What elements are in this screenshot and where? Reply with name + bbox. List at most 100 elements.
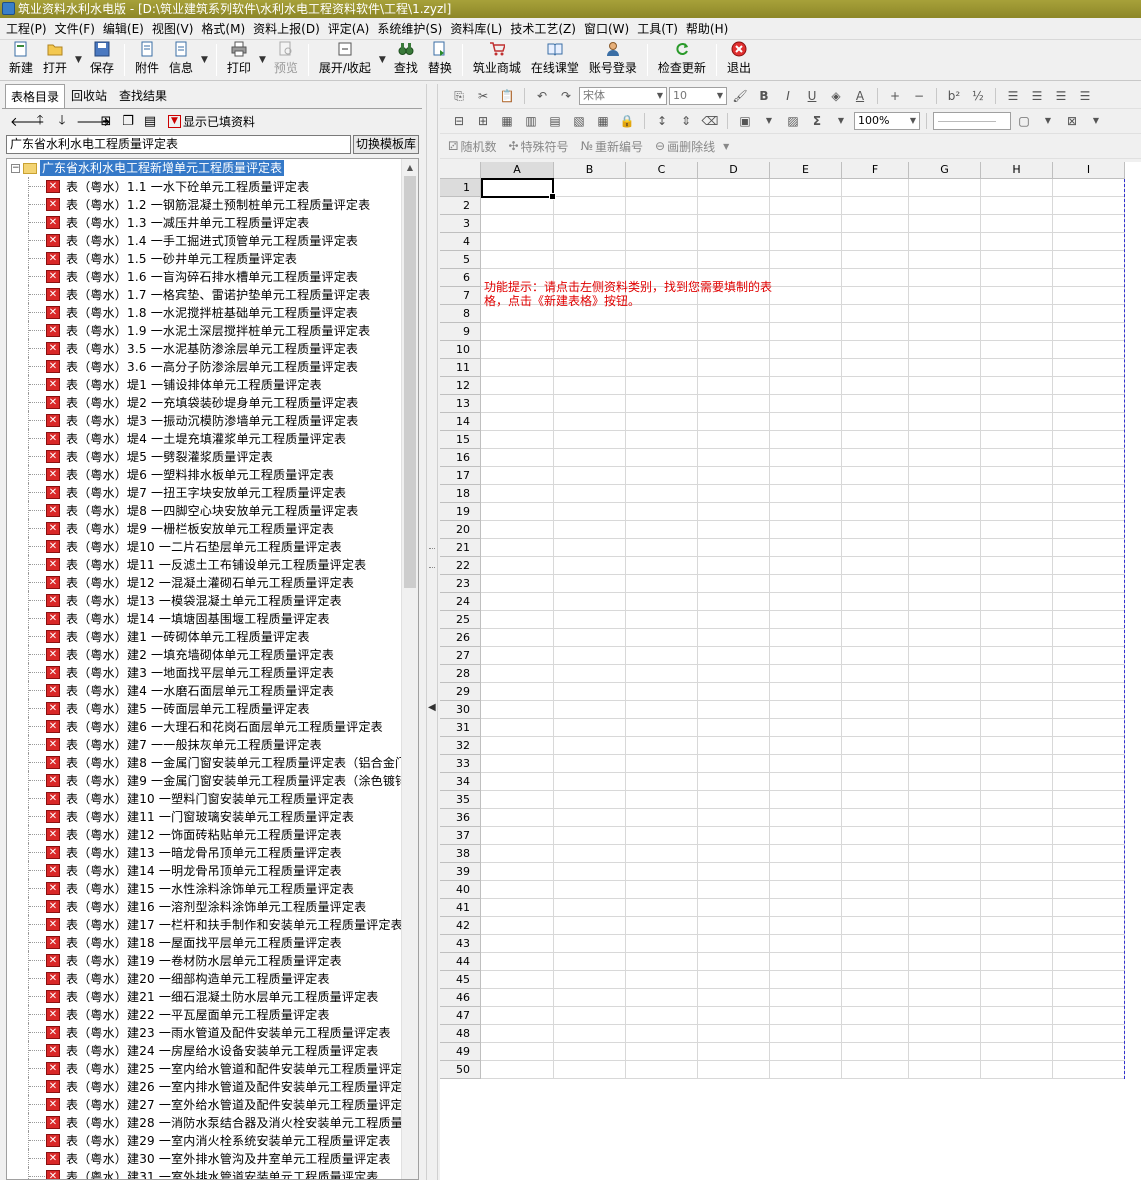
cell[interactable] bbox=[1053, 809, 1125, 827]
insert-col-icon[interactable]: ▥ bbox=[520, 112, 542, 130]
cell[interactable] bbox=[698, 233, 770, 251]
row-header[interactable]: 43 bbox=[440, 935, 481, 953]
cell[interactable] bbox=[770, 1043, 842, 1061]
cell[interactable] bbox=[770, 233, 842, 251]
row-header[interactable]: 42 bbox=[440, 917, 481, 935]
cell[interactable] bbox=[770, 791, 842, 809]
tree-item[interactable]: ✕ 表（粤水）堤14 一填塘固基围堰工程质量评定表 bbox=[7, 609, 418, 627]
cell[interactable] bbox=[770, 899, 842, 917]
cell[interactable] bbox=[1053, 881, 1125, 899]
cell[interactable] bbox=[626, 1061, 698, 1079]
cell[interactable] bbox=[770, 773, 842, 791]
cell[interactable] bbox=[981, 683, 1053, 701]
font-color-icon[interactable]: A bbox=[849, 87, 871, 105]
cell[interactable] bbox=[842, 809, 909, 827]
sum-dropdown-arrow[interactable]: ▼ bbox=[830, 112, 852, 130]
border-dropdown-arrow[interactable]: ▼ bbox=[758, 112, 780, 130]
cell[interactable] bbox=[770, 251, 842, 269]
cell[interactable] bbox=[554, 377, 626, 395]
cell[interactable] bbox=[842, 215, 909, 233]
print-dropdown-arrow[interactable]: ▼ bbox=[256, 40, 269, 80]
cell[interactable] bbox=[626, 359, 698, 377]
cell[interactable] bbox=[698, 899, 770, 917]
cell[interactable] bbox=[554, 953, 626, 971]
cell[interactable] bbox=[909, 989, 981, 1007]
cell[interactable] bbox=[909, 179, 981, 197]
cell[interactable] bbox=[626, 683, 698, 701]
cell[interactable] bbox=[626, 827, 698, 845]
cell[interactable] bbox=[909, 1007, 981, 1025]
cell[interactable] bbox=[481, 845, 554, 863]
cell[interactable] bbox=[698, 431, 770, 449]
cell[interactable] bbox=[909, 701, 981, 719]
cell[interactable] bbox=[481, 503, 554, 521]
cell[interactable] bbox=[554, 197, 626, 215]
row-header[interactable]: 30 bbox=[440, 701, 481, 719]
table-icon[interactable]: ▦ bbox=[592, 112, 614, 130]
font-size-select[interactable]: 10 bbox=[669, 87, 727, 105]
cell[interactable] bbox=[909, 593, 981, 611]
cell[interactable] bbox=[1053, 521, 1125, 539]
row-header[interactable]: 3 bbox=[440, 215, 481, 233]
cell[interactable] bbox=[481, 773, 554, 791]
cell[interactable] bbox=[1053, 287, 1125, 305]
cell[interactable] bbox=[842, 791, 909, 809]
cell[interactable] bbox=[1053, 1025, 1125, 1043]
cell[interactable] bbox=[554, 773, 626, 791]
cell[interactable] bbox=[698, 359, 770, 377]
cell[interactable] bbox=[481, 521, 554, 539]
row-header[interactable]: 37 bbox=[440, 827, 481, 845]
cell[interactable] bbox=[1053, 971, 1125, 989]
cell[interactable] bbox=[481, 485, 554, 503]
cell[interactable] bbox=[481, 809, 554, 827]
cell[interactable] bbox=[481, 989, 554, 1007]
tree-item[interactable]: ✕ 表（粤水）堤2 一充填袋装砂堤身单元工程质量评定表 bbox=[7, 393, 418, 411]
menu-project[interactable]: 工程(P) bbox=[2, 18, 51, 40]
cell[interactable] bbox=[698, 737, 770, 755]
cell[interactable] bbox=[626, 197, 698, 215]
cell[interactable] bbox=[481, 323, 554, 341]
insert-row-icon[interactable]: ▦ bbox=[496, 112, 518, 130]
cell[interactable] bbox=[981, 899, 1053, 917]
delete-col-icon[interactable]: ▧ bbox=[568, 112, 590, 130]
cell[interactable] bbox=[909, 827, 981, 845]
cell[interactable] bbox=[842, 197, 909, 215]
cell[interactable] bbox=[626, 233, 698, 251]
cell[interactable] bbox=[909, 791, 981, 809]
cell[interactable] bbox=[554, 395, 626, 413]
cell[interactable] bbox=[770, 629, 842, 647]
cell[interactable] bbox=[842, 521, 909, 539]
tree-root-node[interactable]: − 广东省水利水电工程新增单元工程质量评定表 bbox=[7, 159, 418, 177]
tree-item[interactable]: ✕ 表（粤水）堤8 一四脚空心块安放单元工程质量评定表 bbox=[7, 501, 418, 519]
cell[interactable] bbox=[626, 431, 698, 449]
cell[interactable] bbox=[842, 1025, 909, 1043]
cell[interactable] bbox=[770, 305, 842, 323]
column-header[interactable]: I bbox=[1053, 162, 1125, 179]
tree-item[interactable]: ✕ 表（粤水）堤5 一劈裂灌浆质量评定表 bbox=[7, 447, 418, 465]
cell[interactable] bbox=[981, 791, 1053, 809]
decrease-icon[interactable]: − bbox=[908, 87, 930, 105]
cell[interactable] bbox=[770, 575, 842, 593]
row-header[interactable]: 41 bbox=[440, 899, 481, 917]
cell[interactable] bbox=[1053, 773, 1125, 791]
cell[interactable] bbox=[554, 629, 626, 647]
cell[interactable] bbox=[770, 287, 842, 305]
cell[interactable] bbox=[981, 863, 1053, 881]
cell[interactable] bbox=[481, 863, 554, 881]
italic-icon[interactable]: I bbox=[777, 87, 799, 105]
cell[interactable] bbox=[554, 863, 626, 881]
row-header[interactable]: 31 bbox=[440, 719, 481, 737]
cell[interactable] bbox=[698, 251, 770, 269]
cell[interactable] bbox=[698, 629, 770, 647]
spreadsheet[interactable]: ABCDEFGHI 1 2 3 4 5 6 7 8 9 10 11 12 13 14 15 16 17 18 19 2… bbox=[440, 162, 1141, 1080]
tree-item[interactable]: ✕ 表（粤水）建6 一大理石和花岗石面层单元工程质量评定表 bbox=[7, 717, 418, 735]
cell[interactable] bbox=[626, 989, 698, 1007]
cell[interactable] bbox=[842, 1043, 909, 1061]
cell[interactable] bbox=[1053, 935, 1125, 953]
cell[interactable] bbox=[554, 539, 626, 557]
cell[interactable] bbox=[842, 593, 909, 611]
cell[interactable] bbox=[770, 395, 842, 413]
cell[interactable] bbox=[842, 629, 909, 647]
format-painter-icon[interactable]: 🖌 bbox=[729, 87, 751, 105]
bold-icon[interactable]: B bbox=[753, 87, 775, 105]
